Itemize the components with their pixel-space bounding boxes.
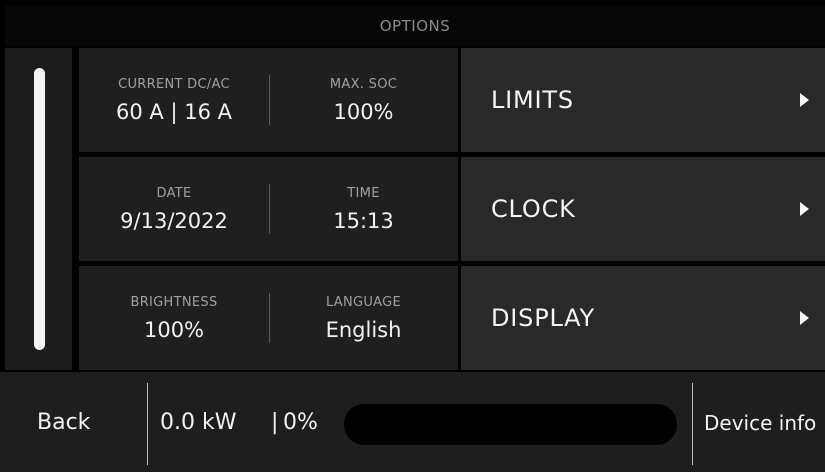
clock-info-panel: DATE 9/13/2022 TIME 15:13 — [79, 157, 458, 261]
time-value: 15:13 — [333, 208, 394, 233]
brightness-value: 100% — [143, 317, 205, 342]
status-bar: Back 0.0 kW | 0% Device info — [0, 372, 825, 472]
current-info: CURRENT DC/AC 60 A | 16 A — [79, 48, 269, 152]
current-value: 60 A | 16 A — [116, 99, 232, 124]
page-title: OPTIONS — [379, 17, 451, 35]
date-value: 9/13/2022 — [120, 208, 228, 233]
soc-progress-bar — [344, 404, 677, 445]
language-value: English — [325, 317, 402, 342]
status-separator: | — [271, 410, 279, 435]
max-soc-label: MAX. SOC — [329, 76, 398, 92]
display-info-panel: BRIGHTNESS 100% LANGUAGE English — [79, 266, 458, 370]
scrollbar-thumb[interactable] — [34, 68, 45, 350]
clock-button-label: CLOCK — [491, 195, 576, 223]
scrollbar[interactable] — [34, 68, 45, 350]
language-info: LANGUAGE English — [269, 266, 458, 370]
current-label: CURRENT DC/AC — [118, 76, 230, 92]
status-divider — [147, 383, 148, 465]
time-info: TIME 15:13 — [269, 157, 458, 261]
status-divider — [692, 383, 693, 465]
clock-button[interactable]: CLOCK — [461, 157, 825, 261]
max-soc-info: MAX. SOC 100% — [269, 48, 458, 152]
soc-value: 0% — [283, 410, 318, 435]
display-button[interactable]: DISPLAY — [461, 266, 825, 370]
max-soc-value: 100% — [333, 99, 394, 124]
chevron-right-icon — [800, 93, 809, 107]
display-button-label: DISPLAY — [491, 304, 596, 332]
limits-info-panel: CURRENT DC/AC 60 A | 16 A MAX. SOC 100% — [79, 48, 458, 152]
scroll-panel — [5, 48, 72, 370]
language-label: LANGUAGE — [325, 294, 402, 310]
power-value: 0.0 kW — [160, 410, 237, 435]
chevron-right-icon — [800, 311, 809, 325]
time-label: TIME — [347, 185, 380, 201]
date-info: DATE 9/13/2022 — [79, 157, 269, 261]
device-info-button[interactable]: Device info — [704, 411, 816, 435]
title-bar: OPTIONS — [5, 6, 825, 46]
brightness-info: BRIGHTNESS 100% — [79, 266, 269, 370]
brightness-label: BRIGHTNESS — [130, 294, 218, 310]
limits-button[interactable]: LIMITS — [461, 48, 825, 152]
chevron-right-icon — [800, 202, 809, 216]
date-label: DATE — [156, 185, 192, 201]
back-button[interactable]: Back — [37, 410, 90, 435]
limits-button-label: LIMITS — [491, 86, 574, 114]
